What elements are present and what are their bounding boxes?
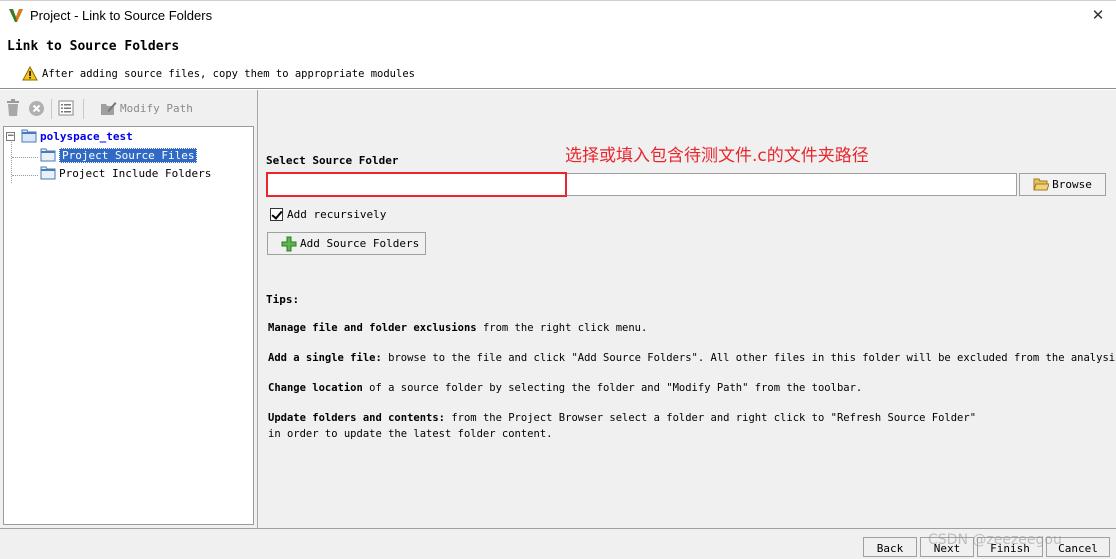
tree-item-root[interactable]: polyspace_test bbox=[21, 128, 133, 144]
remove-button[interactable] bbox=[28, 99, 45, 117]
tree-connector bbox=[12, 157, 38, 158]
tips-title: Tips: bbox=[266, 293, 300, 306]
cancel-button[interactable]: Cancel bbox=[1046, 537, 1110, 557]
back-button[interactable]: Back bbox=[863, 537, 917, 557]
trash-icon bbox=[7, 99, 19, 116]
warning-text: After adding source files, copy them to … bbox=[42, 68, 415, 80]
warning-icon bbox=[22, 66, 38, 81]
tree-connector bbox=[12, 175, 38, 176]
tip-line: Add a single file: browse to the file an… bbox=[268, 352, 1116, 364]
red-annotation-text: 选择或填入包含待测文件.c的文件夹路径 bbox=[565, 146, 869, 166]
source-folder-path-input[interactable] bbox=[266, 173, 1017, 196]
tip-line: in order to update the latest folder con… bbox=[268, 428, 552, 440]
list-icon bbox=[58, 100, 74, 116]
tree-toolbar: Modify Path bbox=[0, 90, 257, 126]
toolbar-separator bbox=[51, 99, 52, 119]
folder-icon bbox=[21, 129, 37, 143]
tree-item-label: Project Include Folders bbox=[59, 166, 212, 180]
tip-text: in order to update the latest folder con… bbox=[268, 428, 553, 440]
list-view-button[interactable] bbox=[58, 99, 74, 117]
folder-open-icon bbox=[1033, 178, 1050, 191]
right-pane: 选择或填入包含待测文件.c的文件夹路径 Select Source Folder… bbox=[258, 90, 1116, 528]
window-title: Project - Link to Source Folders bbox=[30, 8, 213, 23]
edit-folder-icon bbox=[101, 102, 117, 115]
app-logo-icon bbox=[9, 9, 23, 22]
next-button[interactable]: Next bbox=[920, 537, 974, 557]
tip-bold: Manage file and folder exclusions bbox=[268, 322, 477, 334]
tip-bold: Add a single file: bbox=[268, 352, 382, 364]
tip-text: of a source folder by selecting the fold… bbox=[362, 382, 863, 394]
tree-item-label: Project Source Files bbox=[59, 147, 198, 163]
plus-icon bbox=[281, 236, 297, 251]
title-bar: Project - Link to Source Folders ✕ bbox=[0, 0, 1116, 31]
tree-root-label: polyspace_test bbox=[40, 129, 133, 143]
add-source-folders-label: Add Source Folders bbox=[300, 237, 420, 250]
folder-icon bbox=[40, 148, 56, 162]
cancel-circle-icon bbox=[29, 100, 44, 116]
modify-path-button[interactable]: Modify Path bbox=[100, 99, 193, 117]
tree-connector bbox=[11, 142, 12, 183]
tip-line: Update folders and contents: from the Pr… bbox=[268, 412, 976, 424]
tip-text: from the Project Browser select a folder… bbox=[445, 412, 977, 424]
project-tree[interactable]: − polyspace_test Project Source Files Pr… bbox=[3, 126, 254, 525]
select-source-folder-label: Select Source Folder bbox=[266, 154, 399, 167]
delete-button[interactable] bbox=[5, 99, 21, 117]
tip-text: from the right click menu. bbox=[476, 322, 648, 334]
tree-item-source-files[interactable]: Project Source Files bbox=[40, 147, 198, 163]
tip-bold: Change location bbox=[268, 382, 363, 394]
toolbar-separator bbox=[83, 99, 84, 119]
collapse-toggle-icon[interactable]: − bbox=[6, 132, 15, 141]
add-recursively-checkbox[interactable] bbox=[270, 208, 283, 221]
left-pane: Modify Path − polyspace_test Project Sou… bbox=[0, 90, 258, 528]
add-recursively-option[interactable]: Add recursively bbox=[270, 208, 386, 221]
modify-path-label: Modify Path bbox=[120, 101, 193, 115]
tip-text: browse to the file and click "Add Source… bbox=[381, 352, 1116, 364]
header-banner: Link to Source Folders After adding sour… bbox=[0, 31, 1116, 89]
close-icon[interactable]: ✕ bbox=[1088, 5, 1108, 25]
tip-bold: Update folders and contents: bbox=[268, 412, 446, 424]
tip-line: Change location of a source folder by se… bbox=[268, 382, 862, 394]
browse-button[interactable]: Browse bbox=[1019, 173, 1106, 196]
tree-item-include-folders[interactable]: Project Include Folders bbox=[40, 165, 211, 181]
finish-button[interactable]: Finish bbox=[977, 537, 1043, 557]
page-heading: Link to Source Folders bbox=[7, 39, 180, 54]
browse-label: Browse bbox=[1052, 178, 1092, 191]
wizard-footer: Back Next Finish Cancel CSDN @zeezeegou bbox=[0, 528, 1116, 559]
folder-icon bbox=[40, 166, 56, 180]
add-recursively-label: Add recursively bbox=[287, 208, 387, 221]
tip-line: Manage file and folder exclusions from t… bbox=[268, 322, 647, 334]
add-source-folders-button[interactable]: Add Source Folders bbox=[267, 232, 426, 255]
